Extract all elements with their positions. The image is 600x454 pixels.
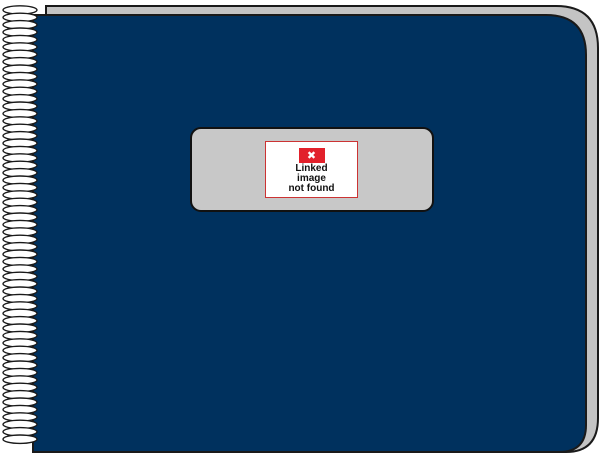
spiral-binding: [2, 5, 38, 445]
broken-image-x-icon: ✖: [298, 148, 325, 163]
notebook-front-cover: [32, 14, 587, 453]
broken-image-placeholder: ✖ Linked image not found: [265, 141, 358, 198]
spiral-coil: [2, 434, 38, 445]
broken-image-message: Linked image not found: [288, 163, 335, 194]
notebook-illustration: [2, 5, 599, 453]
